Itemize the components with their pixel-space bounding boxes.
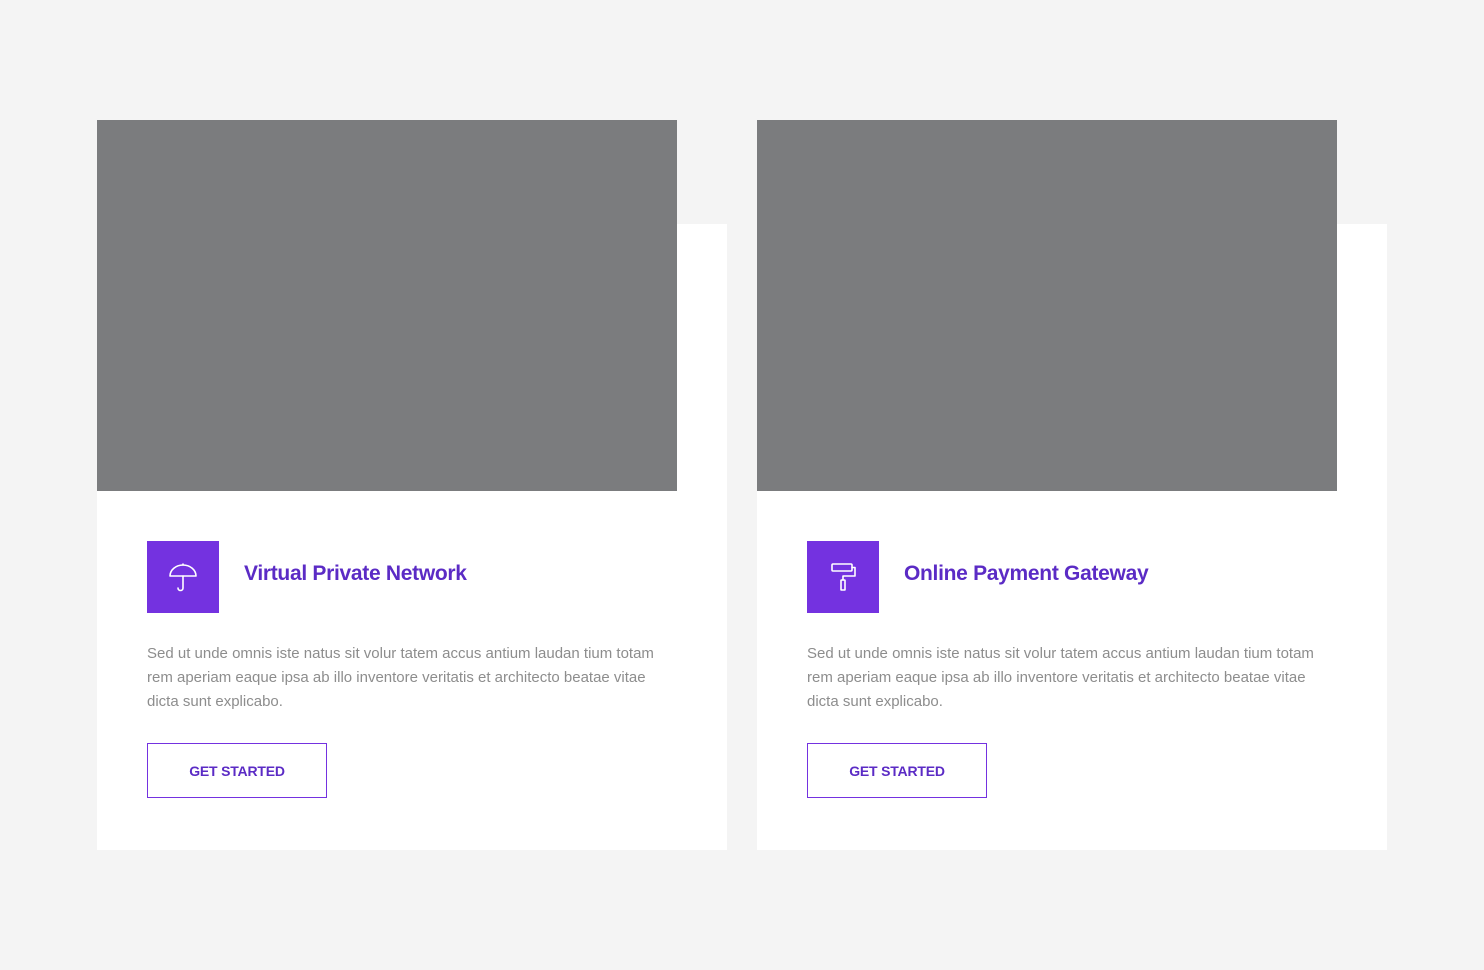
umbrella-icon bbox=[147, 541, 219, 613]
service-card-vpn: Virtual Private Network Sed ut unde omni… bbox=[97, 120, 727, 850]
service-card-payment-gateway: Online Payment Gateway Sed ut unde omnis… bbox=[757, 120, 1387, 850]
card-description: Sed ut unde omnis iste natus sit volur t… bbox=[147, 645, 654, 710]
get-started-button[interactable]: GET STARTED bbox=[807, 743, 987, 798]
card-image-placeholder bbox=[757, 120, 1337, 491]
card-image-placeholder bbox=[97, 120, 677, 491]
get-started-button[interactable]: GET STARTED bbox=[147, 743, 327, 798]
paint-roller-icon bbox=[807, 541, 879, 613]
card-title: Virtual Private Network bbox=[244, 562, 467, 585]
card-description: Sed ut unde omnis iste natus sit volur t… bbox=[807, 645, 1314, 710]
card-title: Online Payment Gateway bbox=[904, 562, 1149, 585]
